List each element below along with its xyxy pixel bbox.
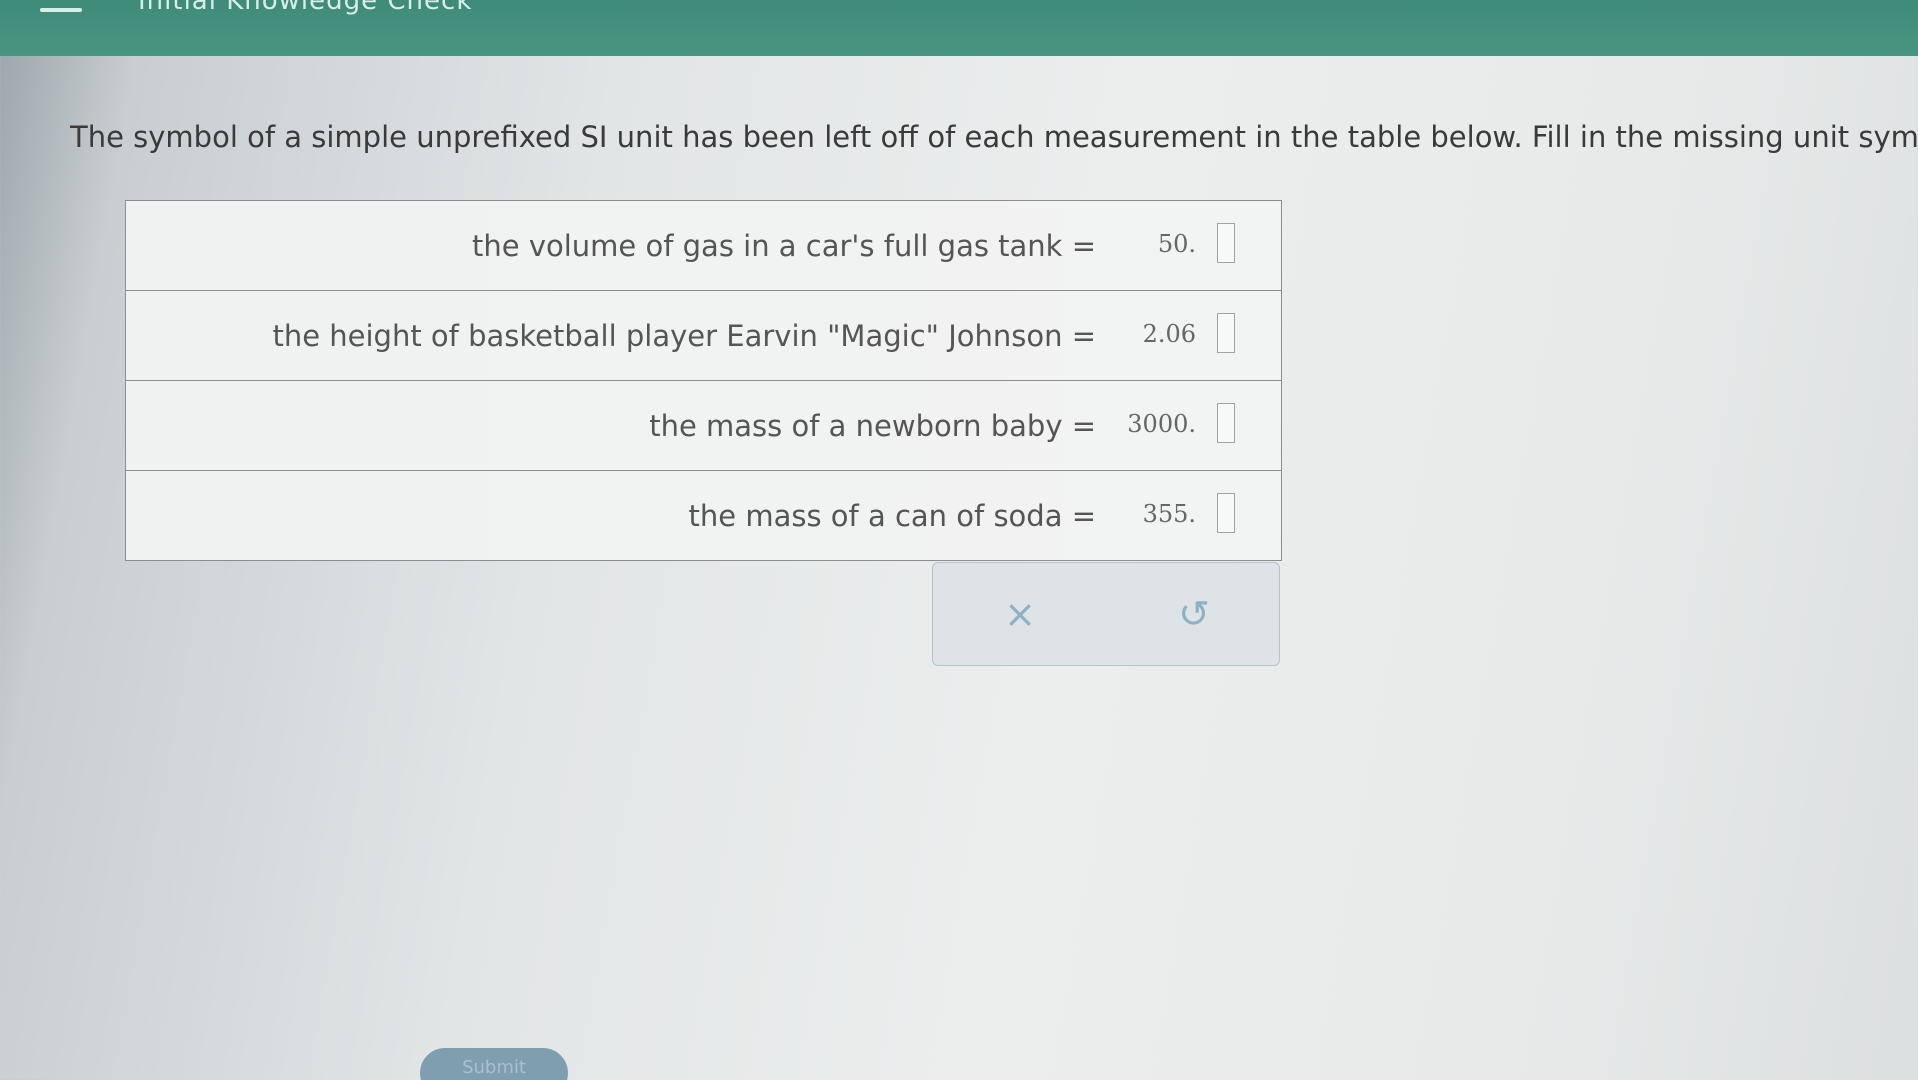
measurement-value: 355. — [1142, 500, 1196, 528]
unit-input[interactable] — [1217, 403, 1235, 443]
undo-icon: ↺ — [1178, 592, 1210, 636]
measurement-value: 3000. — [1127, 410, 1196, 438]
submit-button[interactable]: Submit — [420, 1048, 568, 1080]
top-bar: Initial Knowledge Check — [0, 0, 1918, 56]
menu-icon[interactable] — [40, 8, 82, 12]
unit-input[interactable] — [1217, 313, 1235, 353]
measurement-value: 50. — [1157, 230, 1196, 258]
measurement-label: the mass of a newborn baby = — [649, 409, 1096, 443]
close-icon: × — [1004, 592, 1036, 636]
measurement-row: the height of basketball player Earvin "… — [126, 291, 1281, 381]
measurement-label: the mass of a can of soda = — [688, 499, 1096, 533]
measurement-label: the volume of gas in a car's full gas ta… — [472, 229, 1096, 263]
assignment-title: Initial Knowledge Check — [138, 0, 473, 16]
measurement-row: the volume of gas in a car's full gas ta… — [126, 201, 1281, 291]
measurement-row: the mass of a can of soda = 355. — [126, 471, 1281, 560]
unit-input[interactable] — [1217, 493, 1235, 533]
measurement-label: the height of basketball player Earvin "… — [272, 319, 1096, 353]
unit-input[interactable] — [1217, 223, 1235, 263]
measurement-value: 2.06 — [1142, 320, 1196, 348]
measurement-row: the mass of a newborn baby = 3000. — [126, 381, 1281, 471]
measurement-table: the volume of gas in a car's full gas ta… — [125, 200, 1282, 561]
undo-button[interactable]: ↺ — [1107, 563, 1281, 665]
question-instructions: The symbol of a simple unprefixed SI uni… — [70, 120, 1918, 154]
clear-button[interactable]: × — [933, 563, 1107, 665]
answer-actions: × ↺ — [932, 562, 1280, 666]
